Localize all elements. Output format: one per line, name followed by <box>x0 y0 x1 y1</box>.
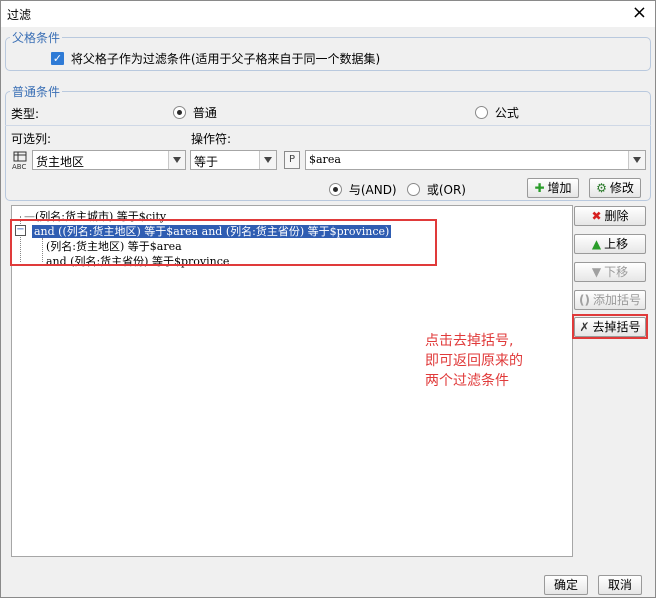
radio-or[interactable]: 或(OR) <box>407 181 466 198</box>
filter-dialog: 过滤 × 父格条件 ✓ 将父格子作为过滤条件(适用于父子格来自于同一个数据集) … <box>0 0 656 598</box>
parent-filter-checkbox[interactable]: ✓ <box>51 52 64 65</box>
radio-normal-button[interactable] <box>173 106 186 119</box>
delete-button[interactable]: ✖ 删除 <box>574 206 646 226</box>
ok-button[interactable]: 确定 <box>544 575 588 595</box>
highlight-box <box>10 219 437 266</box>
value-select[interactable]: $area <box>305 150 646 170</box>
arrow-up-icon: ▲ <box>591 237 602 251</box>
column-select-value: 货主地区 <box>36 155 85 169</box>
radio-and-label: 与(AND) <box>348 183 397 197</box>
add-bracket-button-label: 添加括号 <box>592 293 641 307</box>
radio-or-button[interactable] <box>407 183 420 196</box>
cancel-button[interactable]: 取消 <box>598 575 642 595</box>
move-down-button-label: 下移 <box>604 265 629 279</box>
operator-select-value: 等于 <box>194 155 219 169</box>
value-select-text: $area <box>309 153 341 166</box>
svg-text:ABC: ABC <box>12 163 26 171</box>
annotation-line: 即可返回原来的 <box>425 353 523 369</box>
operator-label: 操作符: <box>191 132 232 146</box>
bracket-icon: () <box>579 293 590 307</box>
gear-icon: ⚙ <box>596 181 607 195</box>
annotation: 点击去掉括号, 即可返回原来的 两个过滤条件 <box>425 331 523 391</box>
parameter-icon[interactable]: P <box>284 151 300 169</box>
add-button[interactable]: ✚ 增加 <box>527 178 579 198</box>
radio-and[interactable]: 与(AND) <box>329 181 397 198</box>
delete-button-label: 删除 <box>604 209 629 223</box>
radio-and-button[interactable] <box>329 183 342 196</box>
plus-icon: ✚ <box>534 181 545 195</box>
parent-condition-legend: 父格条件 <box>12 31 61 45</box>
column-label: 可选列: <box>11 132 52 146</box>
move-up-button-label: 上移 <box>604 237 629 251</box>
close-icon[interactable]: × <box>632 3 647 23</box>
radio-normal-label: 普通 <box>192 106 217 120</box>
operator-select[interactable]: 等于 <box>190 150 277 170</box>
radio-or-label: 或(OR) <box>426 183 466 197</box>
highlight-box <box>572 314 648 339</box>
normal-condition-legend: 普通条件 <box>12 85 61 99</box>
chevron-down-icon[interactable] <box>168 151 185 169</box>
radio-formula-button[interactable] <box>475 106 488 119</box>
chevron-down-icon[interactable] <box>628 151 645 169</box>
annotation-line: 两个过滤条件 <box>425 373 509 389</box>
chevron-down-icon[interactable] <box>259 151 276 169</box>
parent-filter-label: 将父格子作为过滤条件(适用于父子格来自于同一个数据集) <box>70 52 381 66</box>
radio-formula[interactable]: 公式 <box>475 104 519 121</box>
add-button-label: 增加 <box>547 181 572 195</box>
type-label: 类型: <box>11 107 40 121</box>
title-bar: 过滤 × <box>1 1 655 27</box>
divider <box>5 125 651 126</box>
dialog-title: 过滤 <box>7 8 32 22</box>
column-select[interactable]: 货主地区 <box>32 150 186 170</box>
move-down-button[interactable]: ▼ 下移 <box>574 262 646 282</box>
annotation-line: 点击去掉括号, <box>425 333 514 349</box>
column-type-icon: ABC <box>11 151 31 171</box>
move-up-button[interactable]: ▲ 上移 <box>574 234 646 254</box>
radio-formula-label: 公式 <box>494 106 519 120</box>
delete-icon: ✖ <box>591 209 602 223</box>
add-bracket-button[interactable]: () 添加括号 <box>574 290 646 310</box>
radio-normal[interactable]: 普通 <box>173 104 217 121</box>
modify-button-label: 修改 <box>609 181 634 195</box>
parent-filter-checkbox-row[interactable]: ✓ 将父格子作为过滤条件(适用于父子格来自于同一个数据集) <box>51 50 380 67</box>
modify-button[interactable]: ⚙ 修改 <box>589 178 641 198</box>
arrow-down-icon: ▼ <box>591 265 602 279</box>
